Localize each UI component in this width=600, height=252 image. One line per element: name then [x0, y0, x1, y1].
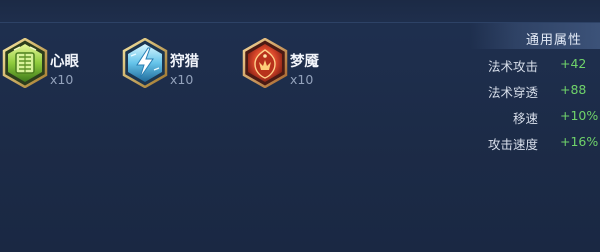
rune-panel: 心眼 x10 狩猎 x10 梦魇 x10 通用属性 法术攻击 +42 法术穿透 … — [0, 0, 600, 252]
stat-name: 法术穿透 — [487, 85, 538, 100]
stat-row-move-speed: 移速 +10% — [480, 108, 600, 126]
rune-count: x10 — [290, 72, 314, 87]
rune-count: x10 — [170, 72, 194, 87]
stat-name: 法术攻击 — [487, 59, 538, 74]
stat-row-attack-speed: 攻击速度 +16% — [480, 134, 600, 152]
rune-name: 狩猎 — [170, 54, 199, 70]
stat-value: +88 — [560, 82, 587, 97]
stat-value: +10% — [560, 108, 599, 123]
stat-name: 攻击速度 — [487, 137, 538, 152]
stat-row-magic-attack: 法术攻击 +42 — [480, 56, 600, 74]
rune-name: 梦魇 — [290, 54, 319, 70]
stat-value: +16% — [560, 134, 599, 149]
rune-name: 心眼 — [50, 54, 79, 70]
rune-count: x10 — [50, 72, 74, 87]
stat-value: +42 — [560, 56, 587, 71]
stat-row-magic-penetration: 法术穿透 +88 — [480, 82, 600, 100]
stats-title: 通用属性 — [526, 33, 583, 48]
stat-name: 移速 — [512, 111, 538, 126]
green-gem-rune-icon — [2, 38, 48, 88]
red-crest-rune-icon — [242, 38, 288, 88]
panel-top-edge — [0, 0, 600, 23]
blue-lightning-rune-icon — [122, 38, 168, 88]
